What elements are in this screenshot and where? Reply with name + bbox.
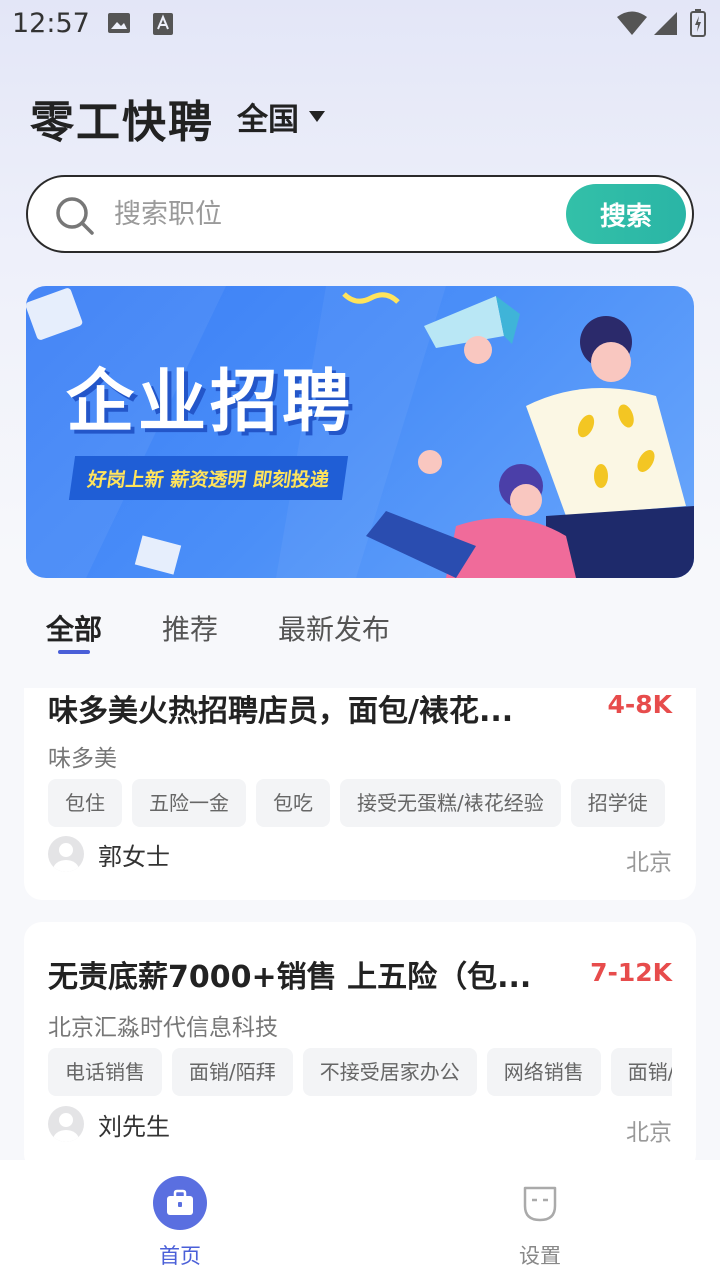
tab-all[interactable]: 全部 bbox=[46, 608, 102, 648]
avatar bbox=[48, 1106, 84, 1142]
signal-icon bbox=[652, 10, 678, 40]
promo-banner[interactable]: 企业招聘 好岗上新 薪资透明 即刻投递 bbox=[26, 286, 694, 578]
gallery-notification-icon bbox=[107, 12, 131, 38]
search-bar: 搜索 bbox=[26, 175, 694, 253]
search-input[interactable] bbox=[114, 191, 554, 237]
nav-home-label: 首页 bbox=[159, 1244, 201, 1268]
avatar bbox=[48, 836, 84, 872]
recruiter-name: 郭女士 bbox=[98, 842, 170, 871]
briefcase-icon bbox=[153, 1176, 207, 1230]
status-time: 12:57 bbox=[12, 8, 90, 39]
job-company: 北京汇淼时代信息科技 bbox=[48, 1015, 278, 1041]
job-company: 味多美 bbox=[48, 746, 117, 772]
job-title: 无责底薪7000+销售 上五险（包... bbox=[48, 960, 532, 995]
search-icon bbox=[54, 195, 96, 241]
job-tag: 包住 bbox=[48, 779, 122, 827]
wifi-icon bbox=[616, 10, 648, 40]
tab-latest[interactable]: 最新发布 bbox=[278, 608, 390, 648]
tab-recommended[interactable]: 推荐 bbox=[162, 608, 218, 648]
job-tag: 不接受居家办公 bbox=[302, 1048, 477, 1096]
job-card[interactable]: 无责底薪7000+销售 上五险（包... 7-12K 北京汇淼时代信息科技 电话… bbox=[24, 922, 696, 1160]
job-tag: 面销/陌拜 bbox=[172, 1048, 293, 1096]
job-tag: 面销/陌 bbox=[610, 1048, 672, 1096]
status-bar: 12:57 bbox=[0, 0, 720, 50]
job-tags: 包住 五险一金 包吃 接受无蛋糕/裱花经验 招学徒 bbox=[48, 779, 672, 827]
tab-latest-label: 最新发布 bbox=[278, 613, 391, 646]
region-label: 全国 bbox=[237, 102, 299, 138]
recruiter: 郭女士 bbox=[48, 836, 170, 872]
job-list[interactable]: 味多美火热招聘店员，面包/裱花... 4-8K 味多美 包住 五险一金 包吃 接受无蛋… bbox=[0, 688, 720, 1160]
search-button[interactable]: 搜索 bbox=[566, 184, 686, 244]
job-salary: 7-12K bbox=[590, 958, 672, 987]
recruiter: 刘先生 bbox=[48, 1106, 170, 1142]
job-tag: 电话销售 bbox=[48, 1048, 162, 1096]
tab-recommended-label: 推荐 bbox=[162, 613, 219, 646]
job-tag: 网络销售 bbox=[486, 1048, 601, 1096]
battery-charging-icon bbox=[690, 9, 706, 41]
job-tag: 接受无蛋糕/裱花经验 bbox=[340, 779, 561, 827]
recruiter-name: 刘先生 bbox=[98, 1112, 170, 1141]
caret-down-icon bbox=[309, 111, 325, 122]
job-card[interactable]: 味多美火热招聘店员，面包/裱花... 4-8K 味多美 包住 五险一金 包吃 接受无蛋… bbox=[24, 688, 696, 900]
active-tab-indicator bbox=[58, 650, 90, 654]
nav-home[interactable]: 首页 bbox=[120, 1176, 240, 1270]
banner-slogan: 好岗上新 薪资透明 即刻投递 bbox=[68, 456, 349, 500]
job-tag: 招学徒 bbox=[570, 779, 665, 827]
nav-settings-label: 设置 bbox=[519, 1244, 561, 1268]
nav-settings[interactable]: 设置 bbox=[480, 1176, 600, 1270]
tab-all-label: 全部 bbox=[46, 613, 103, 646]
job-location: 北京 bbox=[626, 1120, 672, 1146]
banner-title: 企业招聘 bbox=[66, 363, 355, 442]
job-location: 北京 bbox=[626, 850, 672, 876]
keyboard-notification-icon bbox=[152, 12, 174, 40]
settings-face-icon bbox=[513, 1176, 567, 1230]
job-tag: 五险一金 bbox=[132, 779, 246, 827]
app-title: 零工快聘 bbox=[30, 97, 214, 148]
region-selector[interactable]: 全国 bbox=[237, 94, 325, 139]
job-title: 味多美火热招聘店员，面包/裱花... bbox=[48, 694, 514, 729]
job-tag: 包吃 bbox=[256, 779, 330, 827]
job-tags: 电话销售面销/陌拜不接受居家办公网络销售面销/陌 bbox=[48, 1048, 672, 1096]
bottom-navigation: 首页 设置 bbox=[0, 1160, 720, 1280]
job-salary: 4-8K bbox=[607, 690, 672, 719]
